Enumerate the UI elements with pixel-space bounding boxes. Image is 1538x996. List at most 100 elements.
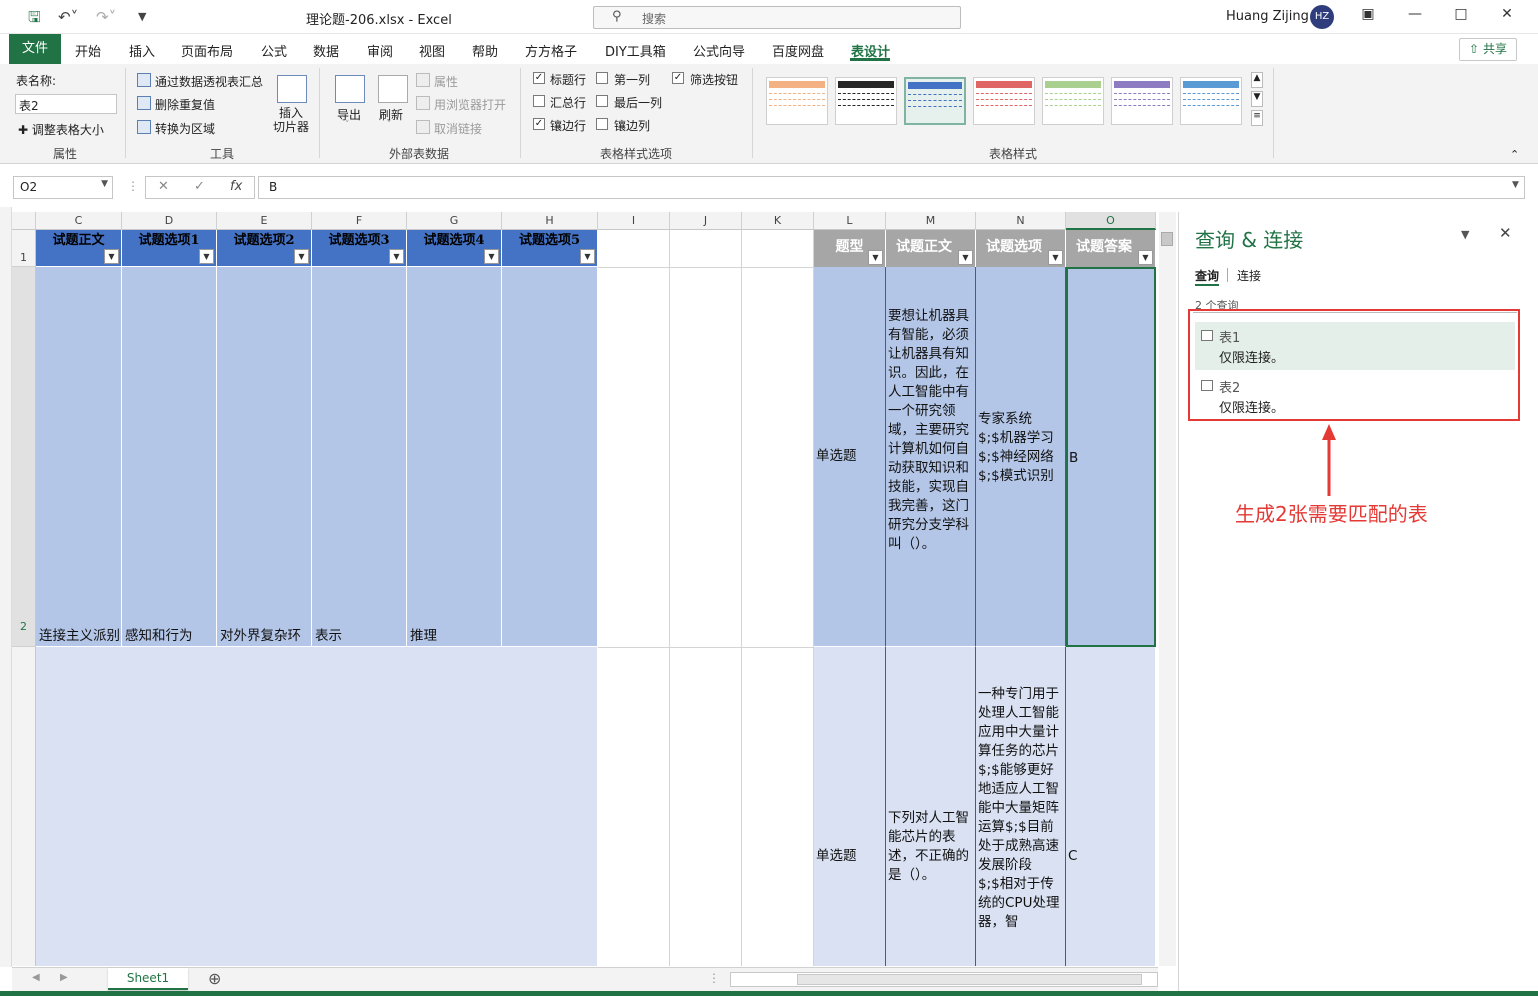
close-icon[interactable]: ✕ (1499, 224, 1512, 242)
table2-header-cell[interactable]: 试题选项1 ▼ (122, 230, 217, 267)
table-cell[interactable]: 下列对人工智能芯片的表述，不正确的是（）。 (886, 647, 976, 966)
tab-data[interactable]: 数据 (313, 41, 339, 60)
column-header[interactable]: C (36, 212, 122, 230)
table-cell[interactable] (502, 267, 598, 647)
name-box[interactable]: O2 ▼ (13, 176, 113, 199)
table-cell[interactable]: 表示 (312, 267, 407, 647)
table2-header-cell[interactable]: 试题正文 ▼ (36, 230, 122, 267)
convert-to-range-button[interactable]: 转换为区域 (155, 120, 215, 137)
table2-header-cell[interactable]: 试题选项3 ▼ (312, 230, 407, 267)
column-header[interactable]: K (742, 212, 814, 230)
column-header[interactable]: E (217, 212, 312, 230)
last-column-checkbox[interactable] (596, 95, 608, 107)
redo-icon[interactable]: ↷˅ (96, 8, 116, 26)
add-sheet-icon[interactable]: ⊕ (208, 969, 221, 988)
table-row[interactable] (36, 647, 598, 966)
table2-header-cell[interactable]: 试题选项2 ▼ (217, 230, 312, 267)
tab-insert[interactable]: 插入 (129, 41, 155, 60)
column-header[interactable]: L (814, 212, 886, 230)
filter-button-checkbox[interactable]: ✓ (672, 72, 684, 84)
table1-header-cell[interactable]: 试题正文 ▼ (886, 230, 976, 267)
table1-header-cell[interactable]: 题型 ▼ (814, 230, 886, 267)
table-style-swatch[interactable] (904, 77, 966, 125)
column-header[interactable]: N (976, 212, 1066, 230)
table-cell[interactable]: 要想让机器具有智能，必须让机器具有知识。因此，在人工智能中有一个研究领域，主要研… (886, 267, 976, 647)
formula-input[interactable]: B (258, 176, 1525, 199)
table1-header-cell[interactable]: 试题答案 ▼ (1066, 230, 1156, 267)
column-header[interactable]: F (312, 212, 407, 230)
avatar[interactable]: HZ (1310, 5, 1334, 29)
horizontal-scrollbar[interactable] (730, 972, 1158, 987)
filter-dropdown-icon[interactable]: ▼ (389, 249, 404, 264)
column-header[interactable]: G (407, 212, 502, 230)
filter-dropdown-icon[interactable]: ▼ (294, 249, 309, 264)
table-cell[interactable]: 连接主义派别 (36, 267, 122, 647)
empty-cells[interactable] (598, 230, 814, 966)
tab-page-layout[interactable]: 页面布局 (181, 41, 233, 60)
selected-cell[interactable]: B (1066, 267, 1156, 647)
user-name[interactable]: Huang Zijing (1226, 9, 1309, 24)
select-all-corner[interactable] (12, 212, 36, 230)
table-cell[interactable]: 推理 (407, 267, 502, 647)
table-style-swatch[interactable] (1042, 77, 1104, 125)
row-header[interactable]: 1 (12, 230, 36, 267)
close-icon[interactable]: ✕ (1497, 6, 1517, 22)
banded-rows-checkbox[interactable]: ✓ (533, 118, 545, 130)
export-dropdown-icon[interactable]: ˅ (345, 120, 350, 130)
minimize-icon[interactable]: — (1405, 6, 1425, 22)
expand-formula-icon[interactable]: ▼ (1512, 180, 1519, 190)
tab-connections[interactable]: 连接 (1237, 267, 1261, 284)
open-in-browser-button[interactable]: 用浏览器打开 (434, 96, 506, 113)
scroll-thumb[interactable] (797, 974, 1142, 985)
table-cell[interactable]: 感知和行为 (122, 267, 217, 647)
first-column-checkbox[interactable] (596, 72, 608, 84)
tab-formulas[interactable]: 公式 (261, 41, 287, 60)
worksheet-grid[interactable]: C D E F G H I J K L M N O 1 2 试题正文 ▼ 试题选项… (12, 212, 1158, 966)
table-style-swatch[interactable] (1111, 77, 1173, 125)
table-style-swatch[interactable] (973, 77, 1035, 125)
filter-dropdown-icon[interactable]: ▼ (1138, 250, 1153, 265)
table-cell[interactable]: 单选题 (814, 267, 886, 647)
table-style-swatch[interactable] (1180, 77, 1242, 125)
save-icon[interactable]: 🖫 (28, 8, 41, 26)
tab-queries[interactable]: 查询 (1195, 267, 1219, 284)
splitter-icon[interactable]: ⋮ (708, 971, 720, 985)
refresh-dropdown-icon[interactable]: ˅ (387, 120, 392, 130)
table-cell[interactable]: C (1066, 647, 1156, 966)
column-header[interactable]: J (670, 212, 742, 230)
resize-table-button[interactable]: ✚ 调整表格大小 (18, 121, 104, 138)
scroll-thumb[interactable] (1161, 232, 1173, 246)
row-header-selected[interactable]: 2 (12, 267, 36, 647)
sheet-tab[interactable]: Sheet1 (108, 968, 188, 990)
filter-dropdown-icon[interactable]: ▼ (104, 249, 119, 264)
tab-file[interactable]: 文件 (9, 34, 61, 64)
tab-fangfang[interactable]: 方方格子 (525, 41, 577, 60)
column-header[interactable]: I (598, 212, 670, 230)
customize-qat-icon[interactable]: ▼ (138, 8, 146, 26)
cancel-icon[interactable]: ✕ (158, 179, 169, 194)
filter-dropdown-icon[interactable]: ▼ (868, 250, 883, 265)
tab-help[interactable]: 帮助 (472, 41, 498, 60)
unlink-button[interactable]: 取消链接 (434, 120, 482, 137)
tab-review[interactable]: 审阅 (367, 41, 393, 60)
gallery-more-icon[interactable]: ≡ (1251, 110, 1263, 126)
table-name-input[interactable]: 表2 (15, 94, 117, 114)
share-button[interactable]: ⇧ 共享 (1459, 38, 1517, 61)
table-cell[interactable]: 对外界复杂环 (217, 267, 312, 647)
vertical-scrollbar[interactable] (1159, 212, 1176, 966)
column-header[interactable]: M (886, 212, 976, 230)
total-row-checkbox[interactable] (533, 95, 545, 107)
banded-columns-checkbox[interactable] (596, 118, 608, 130)
ribbon-display-icon[interactable]: ▣ (1358, 6, 1378, 22)
insert-function-icon[interactable]: fx (230, 179, 242, 194)
filter-dropdown-icon[interactable]: ▼ (199, 249, 214, 264)
tab-formula-wizard[interactable]: 公式向导 (693, 41, 745, 60)
tab-diy[interactable]: DIY工具箱 (605, 41, 666, 60)
tab-view[interactable]: 视图 (419, 41, 445, 60)
filter-dropdown-icon[interactable]: ▼ (958, 250, 973, 265)
remove-duplicates-button[interactable]: 删除重复值 (155, 96, 215, 113)
insert-slicer-button[interactable]: 插入 切片器 (273, 106, 309, 134)
properties-button[interactable]: 属性 (434, 73, 458, 90)
table1-header-cell[interactable]: 试题选项 ▼ (976, 230, 1066, 267)
gallery-down-icon[interactable]: ▼ (1251, 91, 1263, 107)
